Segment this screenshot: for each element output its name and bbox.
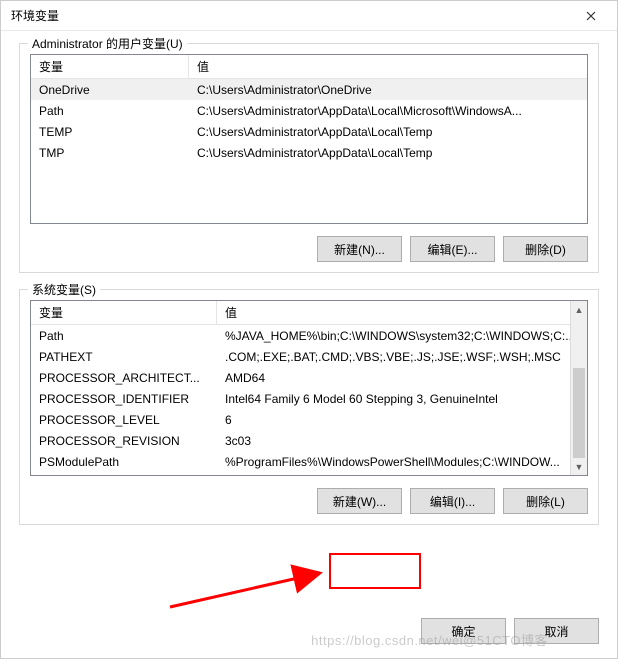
cell-name: PATHEXT bbox=[31, 347, 217, 367]
user-table-body: OneDrive C:\Users\Administrator\OneDrive… bbox=[31, 79, 587, 163]
cell-value: 6 bbox=[217, 410, 587, 430]
cell-name: OneDrive bbox=[31, 80, 189, 100]
cell-value: %JAVA_HOME%\bin;C:\WINDOWS\system32;C:\W… bbox=[217, 326, 587, 346]
cell-name: TEMP bbox=[31, 122, 189, 142]
cell-name: TMP bbox=[31, 143, 189, 163]
user-new-button[interactable]: 新建(N)... bbox=[317, 236, 402, 262]
user-table-header: 变量 值 bbox=[31, 55, 587, 79]
system-variables-group: 系统变量(S) 变量 值 Path %JAVA_HOME%\bin;C:\WIN… bbox=[19, 289, 599, 525]
cell-value: 3c03 bbox=[217, 431, 587, 451]
cell-value: C:\Users\Administrator\OneDrive bbox=[189, 80, 587, 100]
cell-name: PROCESSOR_REVISION bbox=[31, 431, 217, 451]
user-variables-table[interactable]: 变量 值 OneDrive C:\Users\Administrator\One… bbox=[30, 54, 588, 224]
cell-value: C:\Users\Administrator\AppData\Local\Mic… bbox=[189, 101, 587, 121]
dialog-content: Administrator 的用户变量(U) 变量 值 OneDrive C:\… bbox=[1, 31, 617, 610]
cell-value: .COM;.EXE;.BAT;.CMD;.VBS;.VBE;.JS;.JSE;.… bbox=[217, 347, 587, 367]
cell-name: Path bbox=[31, 326, 217, 346]
table-row[interactable]: PROCESSOR_IDENTIFIER Intel64 Family 6 Mo… bbox=[31, 388, 587, 409]
table-row[interactable]: OneDrive C:\Users\Administrator\OneDrive bbox=[31, 79, 587, 100]
ok-button[interactable]: 确定 bbox=[421, 618, 506, 644]
user-group-label: Administrator 的用户变量(U) bbox=[28, 35, 187, 52]
table-row[interactable]: PSModulePath %ProgramFiles%\WindowsPower… bbox=[31, 451, 587, 472]
cancel-button[interactable]: 取消 bbox=[514, 618, 599, 644]
user-edit-button[interactable]: 编辑(E)... bbox=[410, 236, 495, 262]
cell-name: PSModulePath bbox=[31, 452, 217, 472]
scroll-track[interactable] bbox=[571, 318, 587, 368]
window-title: 环境变量 bbox=[11, 7, 571, 24]
scrollbar[interactable]: ▲ ▼ bbox=[570, 301, 587, 475]
scroll-up-icon[interactable]: ▲ bbox=[571, 301, 587, 318]
cell-name: PROCESSOR_IDENTIFIER bbox=[31, 389, 217, 409]
col-header-value[interactable]: 值 bbox=[189, 54, 587, 79]
cell-value: AMD64 bbox=[217, 368, 587, 388]
table-row[interactable]: PROCESSOR_ARCHITECT... AMD64 bbox=[31, 367, 587, 388]
system-edit-button[interactable]: 编辑(I)... bbox=[410, 488, 495, 514]
col-header-name[interactable]: 变量 bbox=[31, 300, 217, 325]
user-button-row: 新建(N)... 编辑(E)... 删除(D) bbox=[30, 236, 588, 262]
system-new-button[interactable]: 新建(W)... bbox=[317, 488, 402, 514]
system-table-body: Path %JAVA_HOME%\bin;C:\WINDOWS\system32… bbox=[31, 325, 587, 472]
table-row[interactable]: TMP C:\Users\Administrator\AppData\Local… bbox=[31, 142, 587, 163]
cell-value: Intel64 Family 6 Model 60 Stepping 3, Ge… bbox=[217, 389, 587, 409]
table-row[interactable]: Path C:\Users\Administrator\AppData\Loca… bbox=[31, 100, 587, 121]
table-row[interactable]: Path %JAVA_HOME%\bin;C:\WINDOWS\system32… bbox=[31, 325, 587, 346]
col-header-name[interactable]: 变量 bbox=[31, 54, 189, 79]
scroll-down-icon[interactable]: ▼ bbox=[571, 458, 587, 475]
table-row[interactable]: PATHEXT .COM;.EXE;.BAT;.CMD;.VBS;.VBE;.J… bbox=[31, 346, 587, 367]
cell-value: C:\Users\Administrator\AppData\Local\Tem… bbox=[189, 143, 587, 163]
user-delete-button[interactable]: 删除(D) bbox=[503, 236, 588, 262]
system-variables-table[interactable]: 变量 值 Path %JAVA_HOME%\bin;C:\WINDOWS\sys… bbox=[30, 300, 588, 476]
table-row[interactable]: PROCESSOR_LEVEL 6 bbox=[31, 409, 587, 430]
col-header-value[interactable]: 值 bbox=[217, 300, 587, 325]
system-table-header: 变量 值 bbox=[31, 301, 587, 325]
table-row[interactable]: TEMP C:\Users\Administrator\AppData\Loca… bbox=[31, 121, 587, 142]
scroll-thumb[interactable] bbox=[573, 368, 585, 458]
cell-name: PROCESSOR_LEVEL bbox=[31, 410, 217, 430]
system-delete-button[interactable]: 删除(L) bbox=[503, 488, 588, 514]
table-row[interactable]: PROCESSOR_REVISION 3c03 bbox=[31, 430, 587, 451]
titlebar: 环境变量 bbox=[1, 1, 617, 31]
system-button-row: 新建(W)... 编辑(I)... 删除(L) bbox=[30, 488, 588, 514]
cell-value: %ProgramFiles%\WindowsPowerShell\Modules… bbox=[217, 452, 587, 472]
system-group-label: 系统变量(S) bbox=[28, 281, 100, 298]
cell-name: PROCESSOR_ARCHITECT... bbox=[31, 368, 217, 388]
close-icon[interactable] bbox=[571, 2, 611, 30]
user-variables-group: Administrator 的用户变量(U) 变量 值 OneDrive C:\… bbox=[19, 43, 599, 273]
cell-value: C:\Users\Administrator\AppData\Local\Tem… bbox=[189, 122, 587, 142]
env-vars-dialog: 环境变量 Administrator 的用户变量(U) 变量 值 OneDriv… bbox=[0, 0, 618, 659]
dialog-footer: 确定 取消 bbox=[1, 610, 617, 658]
cell-name: Path bbox=[31, 101, 189, 121]
